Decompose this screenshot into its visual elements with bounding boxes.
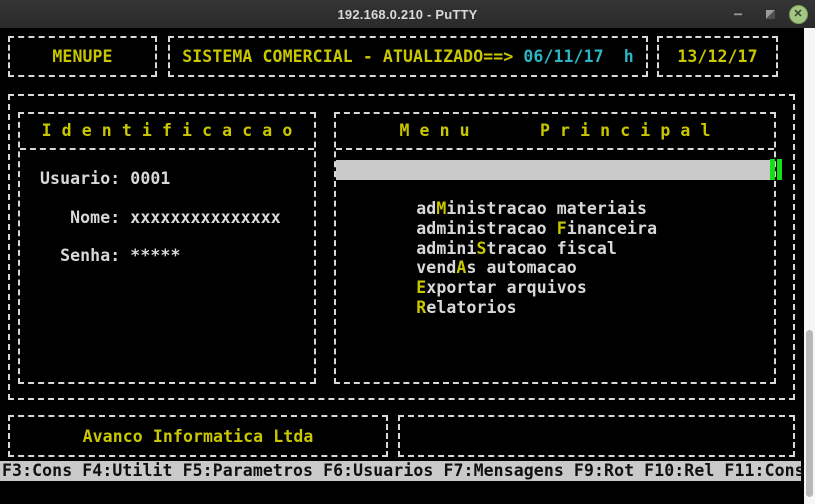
selection-scroll-indicator-icon [770, 159, 782, 180]
function-key-bar: F3:Cons F4:Utilit F5:Parametros F6:Usuar… [0, 461, 801, 481]
menu-item-administracao-financeira[interactable]: administracao Financeira [336, 199, 770, 219]
current-date-box: 13/12/17 [657, 36, 778, 77]
nome-field[interactable]: Nome: xxxxxxxxxxxxxxx [40, 199, 281, 238]
message-box [398, 415, 795, 457]
system-title-box: SISTEMA COMERCIAL - ATUALIZADO==> 06/11/… [168, 36, 648, 77]
minimize-button[interactable]: − [727, 0, 749, 28]
putty-window: 192.168.0.210 - PuTTY − ✕ MENUPE SISTEMA… [0, 0, 815, 504]
main-menu-list: û Cadastros basicos adMinistracao materi… [336, 160, 770, 298]
window-titlebar[interactable]: 192.168.0.210 - PuTTY − ✕ [0, 0, 815, 28]
close-icon: ✕ [789, 5, 808, 24]
usuario-field[interactable]: Usuario: 0001 [40, 160, 281, 199]
identification-title: I d e n t i f i c a c a o [20, 114, 314, 150]
close-button[interactable]: ✕ [786, 0, 810, 28]
company-box: Avanco Informatica Ltda [8, 415, 388, 457]
minimize-icon: − [733, 5, 742, 23]
menu-item-cadastros-basicos[interactable]: û Cadastros basicos [336, 160, 770, 180]
menu-item-vendas-automacao[interactable]: vendAs automacao [336, 239, 770, 259]
system-title: SISTEMA COMERCIAL - ATUALIZADO==> [182, 47, 523, 66]
menu-item-administracao-materiais[interactable]: adMinistracao materiais [336, 180, 770, 200]
senha-field[interactable]: Senha: ***** [40, 237, 281, 276]
menu-item-exportar-arquivos[interactable]: Exportar arquivos [336, 258, 770, 278]
company-name: Avanco Informatica Ltda [10, 417, 386, 455]
maximize-icon [766, 10, 775, 19]
scrollbar-thumb[interactable] [806, 330, 813, 497]
menu-item-administracao-fiscal[interactable]: adminiStracao fiscal [336, 219, 770, 239]
maximize-button[interactable] [759, 0, 781, 28]
identification-fields: Usuario: 0001 Nome: xxxxxxxxxxxxxxx Senh… [40, 160, 281, 276]
current-date: 13/12/17 [659, 38, 776, 75]
program-name: MENUPE [10, 38, 155, 75]
program-name-box: MENUPE [8, 36, 157, 77]
update-date: 06/11/17 h [523, 47, 633, 66]
main-menu-title: M e n u P r i n c i p a l [336, 114, 774, 150]
menu-item-relatorios[interactable]: Relatorios [336, 278, 770, 298]
window-title: 192.168.0.210 - PuTTY [337, 7, 477, 22]
